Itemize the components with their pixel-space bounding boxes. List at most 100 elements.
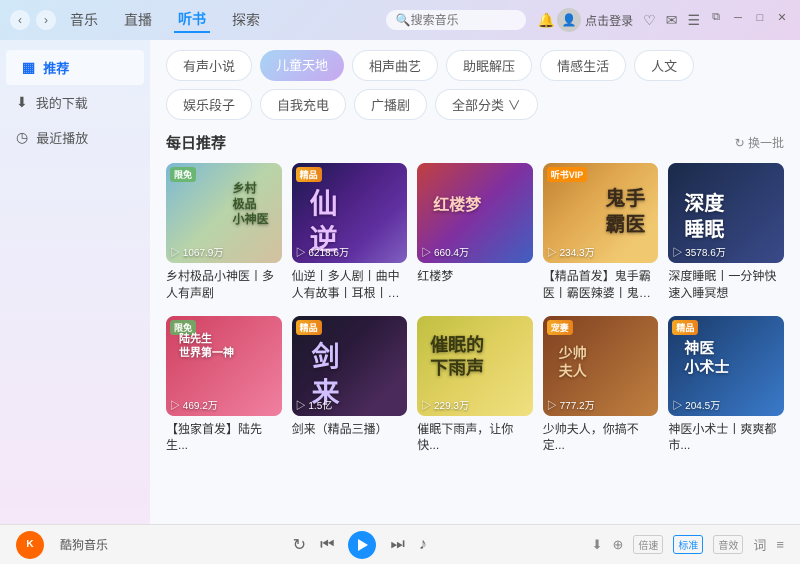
card-4[interactable]: 听书VIP 鬼手霸医 ▷ 234.3万 【精品首发】鬼手霸医丨霸医辣婆丨鬼手天.… <box>543 163 659 302</box>
card-title-6: 【独家首发】陆先生... <box>166 421 282 455</box>
speed-standard-button[interactable]: 标准 <box>673 535 703 554</box>
card-title-2: 仙逆丨多人剧丨曲中人有故事丨耳根丨大... <box>292 268 408 302</box>
lyrics-button[interactable]: 词 <box>753 535 766 554</box>
cat-tab-entertainment[interactable]: 娱乐段子 <box>166 89 252 120</box>
sidebar-item-download[interactable]: ⬇ 我的下载 <box>0 85 150 120</box>
app-logo: K <box>16 531 44 559</box>
nav-back-button[interactable]: ‹ <box>10 10 30 30</box>
download-button[interactable]: ⬇ <box>592 537 603 553</box>
repeat-button[interactable]: ↻ <box>293 535 306 555</box>
card-inner-5: 深度睡眠 <box>676 183 732 251</box>
login-text: 点击登录 <box>585 12 633 29</box>
menu-audiobook[interactable]: 听书 <box>174 7 210 33</box>
cat-tab-all[interactable]: 全部分类 ∨ <box>435 89 538 120</box>
volume-button[interactable]: ♪ <box>419 536 427 554</box>
card-badge-4: 听书VIP <box>547 167 588 182</box>
cat-tab-novel[interactable]: 有声小说 <box>166 50 252 81</box>
card-title-1: 乡村极品小神医丨多人有声剧 <box>166 268 282 302</box>
nav-controls: ‹ › <box>10 10 56 30</box>
cards-row-1: 限免 乡村极品小神医 ▷ 1067.9万 乡村极品小神医丨多人有声剧 精品 仙逆… <box>166 163 784 302</box>
card-inner-10: 神医小术士 <box>676 331 737 386</box>
category-tabs: 有声小说 儿童天地 相声曲艺 助眠解压 情感生活 人文 娱乐段子 自我充电 广播… <box>166 50 784 120</box>
menu-icon[interactable]: ☰ <box>685 10 702 31</box>
main-layout: ▦ 推荐 ⬇ 我的下载 ◷ 最近播放 有声小说 儿童天地 相声曲艺 助眠解压 情… <box>0 40 800 524</box>
card-inner-4: 鬼手霸医 <box>597 178 653 246</box>
cat-tab-radio[interactable]: 广播剧 <box>354 89 427 120</box>
card-inner-3: 红楼梦 <box>425 188 489 225</box>
menu-music[interactable]: 音乐 <box>66 8 102 32</box>
card-thumb-3: 红楼梦 ▷ 660.4万 <box>417 163 533 263</box>
card-inner-8: 催眠的下雨声 <box>422 326 492 389</box>
card-badge-1: 限免 <box>170 167 196 182</box>
sidebar-label-recent: 最近播放 <box>36 128 88 147</box>
card-thumb-2: 精品 仙逆 ▷ 6218.6万 <box>292 163 408 263</box>
card-count-9: ▷ 777.2万 <box>547 397 595 412</box>
card-title-9: 少帅夫人，你搞不定... <box>543 421 659 455</box>
cat-tab-sleep[interactable]: 助眠解压 <box>446 50 532 81</box>
next-button[interactable]: ⏭ <box>390 536 404 554</box>
card-title-7: 剑来（精品三播） <box>292 421 408 438</box>
nav-forward-button[interactable]: › <box>36 10 56 30</box>
card-thumb-5: 深度睡眠 ▷ 3578.6万 <box>668 163 784 263</box>
menu-live[interactable]: 直播 <box>120 8 156 32</box>
cat-tab-comic[interactable]: 相声曲艺 <box>352 50 438 81</box>
recommend-icon: ▦ <box>22 59 35 76</box>
heart-icon[interactable]: ♡ <box>641 10 658 31</box>
sidebar-label-recommend: 推荐 <box>43 58 69 77</box>
cat-tab-selfdev[interactable]: 自我充电 <box>260 89 346 120</box>
card-thumb-9: 宠妻 少帅夫人 ▷ 777.2万 <box>543 316 659 416</box>
card-inner-9: 少帅夫人 <box>551 336 595 388</box>
card-inner-1: 乡村极品小神医 <box>225 173 277 236</box>
sidebar: ▦ 推荐 ⬇ 我的下载 ◷ 最近播放 <box>0 40 150 524</box>
sound-effect-button[interactable]: 音效 <box>713 535 743 554</box>
prev-button[interactable]: ⏮ <box>320 536 334 554</box>
speed-normal-button[interactable]: 倍速 <box>633 535 663 554</box>
search-box[interactable]: 🔍 <box>386 10 526 30</box>
bell-icon[interactable]: 🔔 <box>536 10 557 31</box>
section-header: 每日推荐 ↻ 换一批 <box>166 132 784 153</box>
card-title-10: 神医小术士丨爽爽都市... <box>668 421 784 455</box>
content-area: 有声小说 儿童天地 相声曲艺 助眠解压 情感生活 人文 娱乐段子 自我充电 广播… <box>150 40 800 524</box>
card-7[interactable]: 精品 剑来 ▷ 1.5亿 剑来（精品三播） <box>292 316 408 455</box>
avatar: 👤 <box>557 8 581 32</box>
sidebar-item-recent[interactable]: ◷ 最近播放 <box>0 120 150 155</box>
cat-tab-culture[interactable]: 人文 <box>634 50 694 81</box>
app-name: 酷狗音乐 <box>60 536 120 553</box>
card-count-3: ▷ 660.4万 <box>421 244 469 259</box>
recent-icon: ◷ <box>16 129 28 146</box>
play-button[interactable] <box>348 531 376 559</box>
search-input[interactable] <box>411 13 511 27</box>
card-thumb-8: 催眠的下雨声 ▷ 229.3万 <box>417 316 533 416</box>
login-button[interactable]: 👤 点击登录 <box>557 8 633 32</box>
share-button[interactable]: ⊕ <box>612 537 623 553</box>
card-8[interactable]: 催眠的下雨声 ▷ 229.3万 催眠下雨声，让你快... <box>417 316 533 455</box>
playlist-button[interactable]: ≡ <box>776 537 784 552</box>
search-icon: 🔍 <box>396 13 411 27</box>
card-title-8: 催眠下雨声，让你快... <box>417 421 533 455</box>
card-2[interactable]: 精品 仙逆 ▷ 6218.6万 仙逆丨多人剧丨曲中人有故事丨耳根丨大... <box>292 163 408 302</box>
close-button[interactable]: ✕ <box>774 10 790 26</box>
main-menu: 音乐 直播 听书 探索 <box>66 7 376 33</box>
card-9[interactable]: 宠妻 少帅夫人 ▷ 777.2万 少帅夫人，你搞不定... <box>543 316 659 455</box>
card-inner-6: 陆先生世界第一神 <box>171 324 242 369</box>
minimize-button[interactable]: ─ <box>730 10 746 26</box>
card-thumb-4: 听书VIP 鬼手霸医 ▷ 234.3万 <box>543 163 659 263</box>
restore-button[interactable]: ⧉ <box>708 10 724 26</box>
card-count-4: ▷ 234.3万 <box>547 244 595 259</box>
menu-explore[interactable]: 探索 <box>228 8 264 32</box>
cat-tab-emotion[interactable]: 情感生活 <box>540 50 626 81</box>
card-3[interactable]: 红楼梦 ▷ 660.4万 红楼梦 <box>417 163 533 302</box>
card-5[interactable]: 深度睡眠 ▷ 3578.6万 深度睡眠丨一分钟快速入睡冥想 <box>668 163 784 302</box>
mail-icon[interactable]: ✉ <box>664 10 680 31</box>
window-controls: ♡ ✉ ☰ ⧉ ─ □ ✕ <box>641 10 790 31</box>
card-10[interactable]: 精品 神医小术士 ▷ 204.5万 神医小术士丨爽爽都市... <box>668 316 784 455</box>
card-1[interactable]: 限免 乡村极品小神医 ▷ 1067.9万 乡村极品小神医丨多人有声剧 <box>166 163 282 302</box>
refresh-button[interactable]: ↻ 换一批 <box>735 134 784 151</box>
sidebar-item-recommend[interactable]: ▦ 推荐 <box>6 50 144 85</box>
card-6[interactable]: 限免 陆先生世界第一神 ▷ 469.2万 【独家首发】陆先生... <box>166 316 282 455</box>
maximize-button[interactable]: □ <box>752 10 768 26</box>
card-count-6: ▷ 469.2万 <box>170 397 218 412</box>
card-title-5: 深度睡眠丨一分钟快速入睡冥想 <box>668 268 784 302</box>
cat-tab-children[interactable]: 儿童天地 <box>260 50 344 81</box>
card-thumb-10: 精品 神医小术士 ▷ 204.5万 <box>668 316 784 416</box>
